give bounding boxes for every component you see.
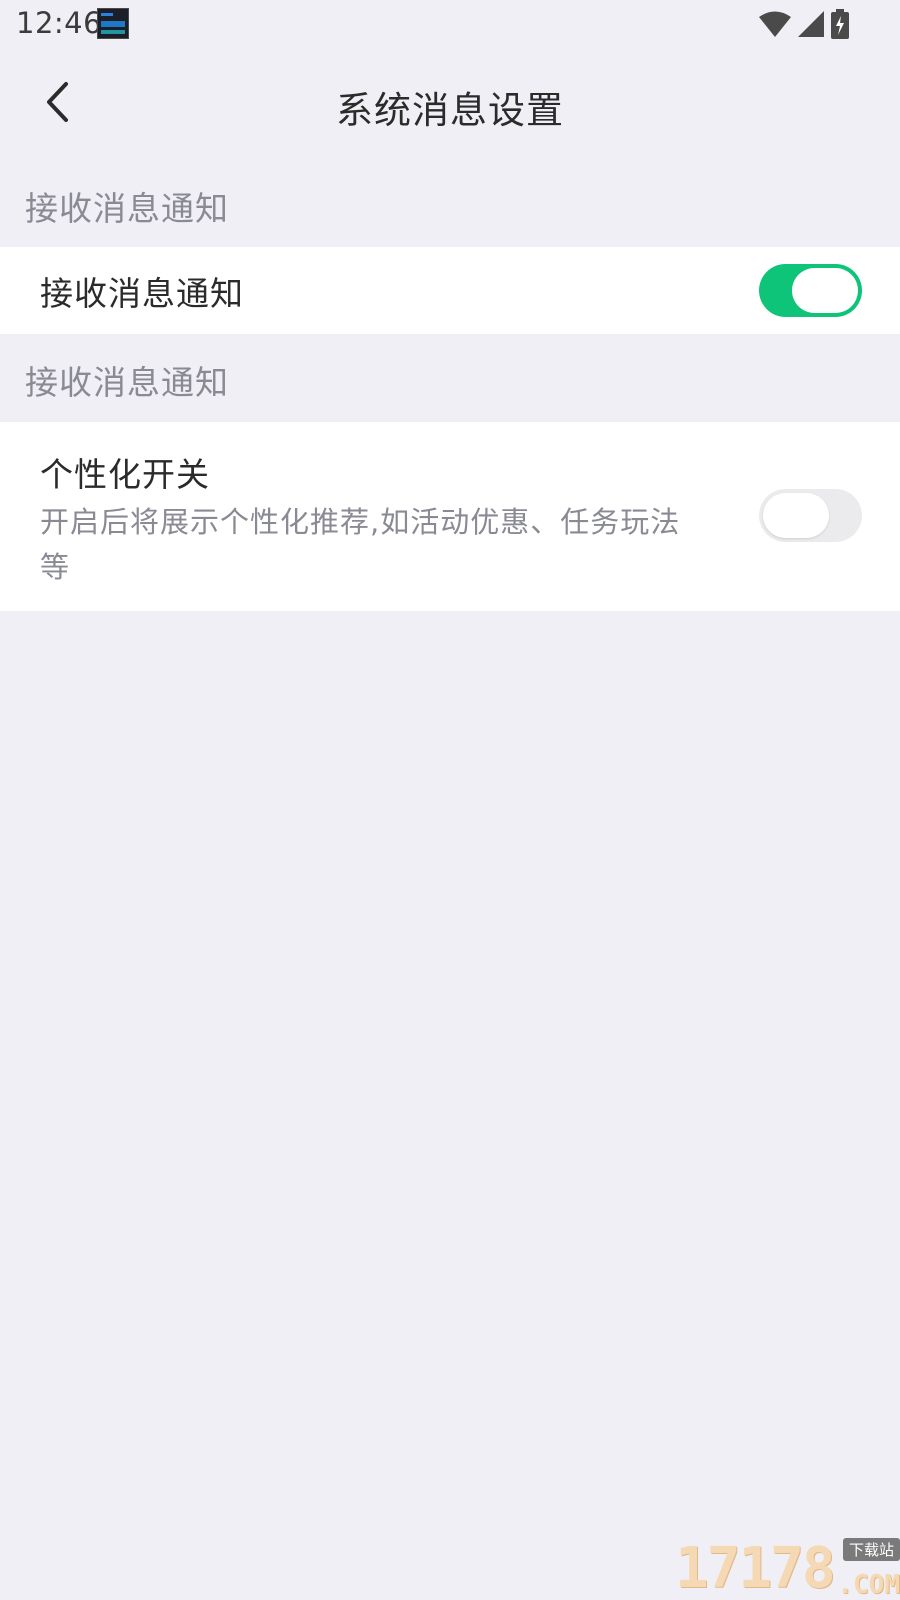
- setting-row-personalization: 个性化开关 开启后将展示个性化推荐,如活动优惠、任务玩法等: [0, 422, 900, 611]
- personalization-toggle[interactable]: [759, 489, 862, 542]
- watermark-badge: 下载站: [842, 1538, 900, 1561]
- watermark-digits: 17178: [675, 1536, 836, 1600]
- setting-label: 个性化开关: [40, 455, 210, 494]
- status-bar: 12:46: [0, 0, 900, 50]
- wifi-icon: [759, 11, 791, 37]
- setting-label: 接收消息通知: [40, 274, 244, 313]
- toggle-knob: [792, 268, 858, 313]
- section-header-personalization: 接收消息通知: [25, 363, 229, 402]
- cellular-signal-icon: [798, 11, 824, 37]
- site-watermark-logo: 17178 下载站 .COM: [675, 1538, 900, 1600]
- page-title: 系统消息设置: [336, 89, 564, 132]
- toggle-knob: [763, 493, 829, 538]
- battery-charging-icon: [831, 9, 849, 39]
- notification-thumbnail-icon: [97, 8, 129, 39]
- status-time: 12:46: [16, 6, 103, 40]
- section-header-receive-notifications: 接收消息通知: [25, 189, 229, 228]
- watermark-suffix: .COM: [837, 1570, 900, 1600]
- settings-screen: 12:46 系统消息设置 接收消息通知 接收消息通知 接收消息通知 个性化开关 …: [0, 0, 900, 1600]
- header: 系统消息设置: [0, 50, 900, 158]
- status-icons: [758, 8, 850, 40]
- setting-description: 开启后将展示个性化推荐,如活动优惠、任务玩法等: [40, 505, 681, 584]
- setting-row-receive-notifications: 接收消息通知: [0, 247, 900, 334]
- receive-notifications-toggle[interactable]: [759, 264, 862, 317]
